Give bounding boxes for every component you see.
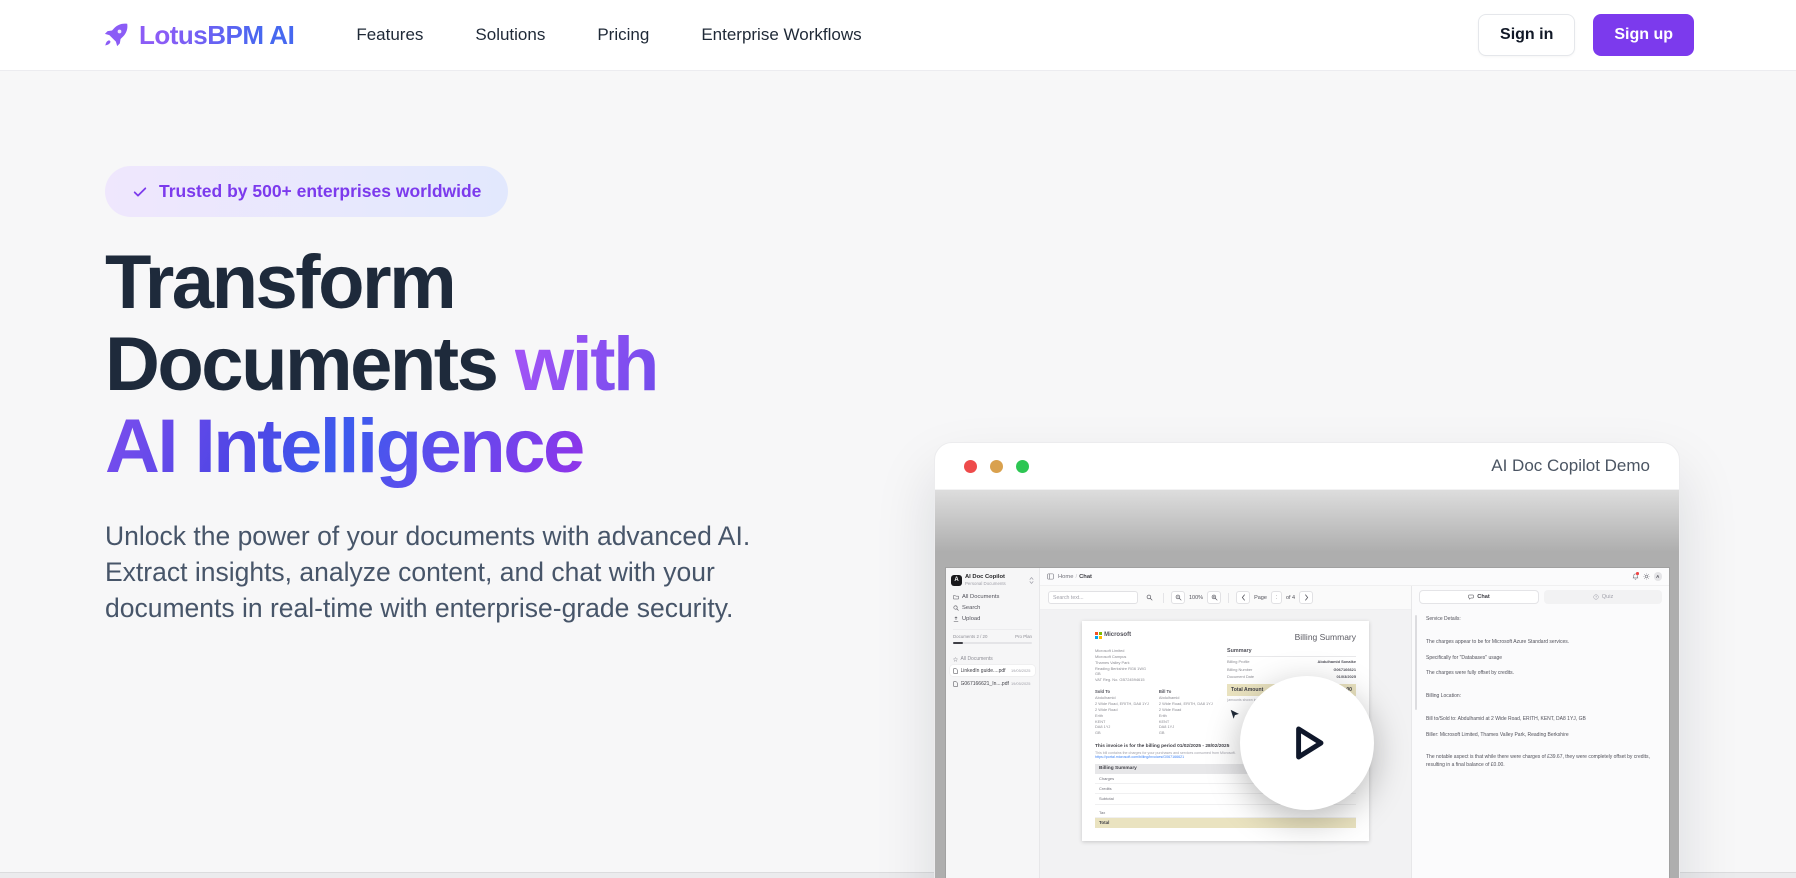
sun-icon — [1643, 573, 1650, 580]
page-total: of 4 — [1286, 595, 1295, 601]
chevron-right-icon — [1304, 594, 1309, 601]
play-icon — [1279, 715, 1335, 771]
demo-titlebar: AI Doc Copilot Demo — [935, 443, 1679, 490]
microsoft-logo-icon — [1095, 632, 1102, 639]
main-nav: Features Solutions Pricing Enterprise Wo… — [356, 25, 861, 45]
chevron-left-icon — [1241, 594, 1246, 601]
file-icon — [953, 681, 958, 687]
plan-badge: Pro Plan — [1015, 634, 1032, 639]
chat-icon — [1468, 594, 1474, 600]
seller-address: Microsoft Limited Microsoft Campus Thame… — [1095, 648, 1215, 683]
nav-link-enterprise-workflows[interactable]: Enterprise Workflows — [701, 25, 861, 45]
rocket-icon — [102, 21, 130, 49]
chat-scrollbar[interactable] — [1415, 615, 1417, 710]
traffic-light-green[interactable] — [1016, 460, 1029, 473]
viewer-toolbar: 100% Page — [1040, 586, 1411, 610]
app-subtitle: Personal Documents — [965, 581, 1006, 586]
zoom-level: 100% — [1189, 595, 1203, 601]
demo-screenshot: A AI Doc Copilot Personal Documents — [935, 490, 1679, 878]
chat-tabs: Chat Quiz — [1412, 586, 1669, 607]
app-topbar: Home/Chat A — [1040, 568, 1669, 586]
folder-icon — [953, 594, 959, 600]
landing-page: LotusBPM AI Features Solutions Pricing E… — [0, 0, 1796, 878]
tab-quiz[interactable]: Quiz — [1544, 590, 1662, 604]
app-logo: A — [951, 575, 962, 586]
hero-copy: Trusted by 500+ enterprises worldwide Tr… — [105, 166, 845, 626]
app-name: AI Doc Copilot — [965, 574, 1006, 581]
nav-link-solutions[interactable]: Solutions — [475, 25, 545, 45]
theme-button[interactable] — [1643, 573, 1650, 580]
magnifier-icon — [1146, 594, 1153, 601]
doc-search-input[interactable] — [1048, 591, 1138, 604]
zoom-in-icon — [1211, 594, 1218, 601]
chevron-updown-icon — [1029, 577, 1034, 584]
usage-meter: Documents 2 / 20 Pro Plan — [953, 629, 1032, 644]
traffic-light-yellow[interactable] — [990, 460, 1003, 473]
demo-title: AI Doc Copilot Demo — [1491, 456, 1650, 476]
sign-in-button[interactable]: Sign in — [1478, 14, 1575, 56]
nav-link-pricing[interactable]: Pricing — [597, 25, 649, 45]
next-page-button[interactable] — [1299, 591, 1313, 604]
prev-page-button[interactable] — [1236, 591, 1250, 604]
brand-logo[interactable]: LotusBPM AI — [102, 20, 294, 51]
sidebar-section-all-documents: All Documents — [953, 656, 1032, 662]
play-button[interactable] — [1240, 676, 1374, 810]
file-icon — [953, 668, 958, 674]
app-workspace-switcher[interactable]: A AI Doc Copilot Personal Documents — [946, 568, 1039, 591]
traffic-light-red[interactable] — [964, 460, 977, 473]
sidebar-item-upload[interactable]: Upload — [946, 613, 1039, 624]
notification-dot — [1636, 572, 1639, 575]
sidebar-toggle-icon[interactable] — [1047, 573, 1054, 580]
bill-to-block: Bill To Abdulhamid 2 Wide Road, ERITH, D… — [1159, 689, 1213, 736]
sidebar-item-all-documents[interactable]: All Documents — [946, 591, 1039, 602]
star-icon — [953, 657, 958, 662]
upload-icon — [953, 616, 959, 622]
sidebar-item-search[interactable]: Search — [946, 602, 1039, 613]
zoom-in-button[interactable] — [1207, 591, 1221, 604]
page-label: Page — [1254, 595, 1267, 601]
chat-messages[interactable]: Service Details: The charges appear to b… — [1412, 607, 1669, 877]
check-icon — [132, 184, 148, 200]
doc-search-button[interactable] — [1142, 591, 1156, 604]
app-sidebar: A AI Doc Copilot Personal Documents — [946, 568, 1040, 878]
sold-to-block: Sold To Abdulhamid 2 Wide Road, ERITH, D… — [1095, 689, 1149, 736]
page-number-input[interactable] — [1271, 591, 1282, 604]
hero-heading: Transform Documents with AI Intelligence — [105, 242, 730, 488]
hero-heading-dark: Transform Documents — [105, 240, 496, 407]
chat-panel: Chat Quiz Service Details: — [1411, 586, 1669, 878]
sign-up-button[interactable]: Sign up — [1593, 14, 1694, 56]
zoom-out-button[interactable] — [1171, 591, 1185, 604]
usage-progress-bar — [953, 642, 1032, 645]
file-row-invoice-pdf[interactable]: G067166621_In....pdf 19/05/2025 — [950, 678, 1035, 689]
microsoft-brand: Microsoft — [1095, 632, 1131, 639]
breadcrumb: Home/Chat — [1058, 574, 1092, 580]
site-header: LotusBPM AI Features Solutions Pricing E… — [0, 0, 1796, 71]
auth-buttons: Sign in Sign up — [1478, 14, 1694, 56]
tab-chat[interactable]: Chat — [1419, 590, 1539, 604]
quiz-icon — [1593, 594, 1599, 600]
notifications-button[interactable] — [1632, 573, 1639, 580]
trust-badge: Trusted by 500+ enterprises worldwide — [105, 166, 508, 217]
zoom-out-icon — [1175, 594, 1182, 601]
file-row-linkedin-guide[interactable]: LinkedIn guide....pdf 19/05/2025 — [950, 665, 1035, 676]
hero-description: Unlock the power of your documents with … — [105, 518, 825, 626]
topbar-avatar[interactable]: A — [1654, 572, 1663, 581]
trust-badge-label: Trusted by 500+ enterprises worldwide — [159, 181, 481, 202]
nav-link-features[interactable]: Features — [356, 25, 423, 45]
invoice-title: Billing Summary — [1295, 632, 1356, 642]
cursor-icon — [1229, 708, 1240, 722]
brand-name: LotusBPM AI — [139, 20, 294, 51]
search-icon — [953, 605, 959, 611]
demo-window: AI Doc Copilot Demo A AI Doc Copilot Per… — [934, 442, 1680, 878]
